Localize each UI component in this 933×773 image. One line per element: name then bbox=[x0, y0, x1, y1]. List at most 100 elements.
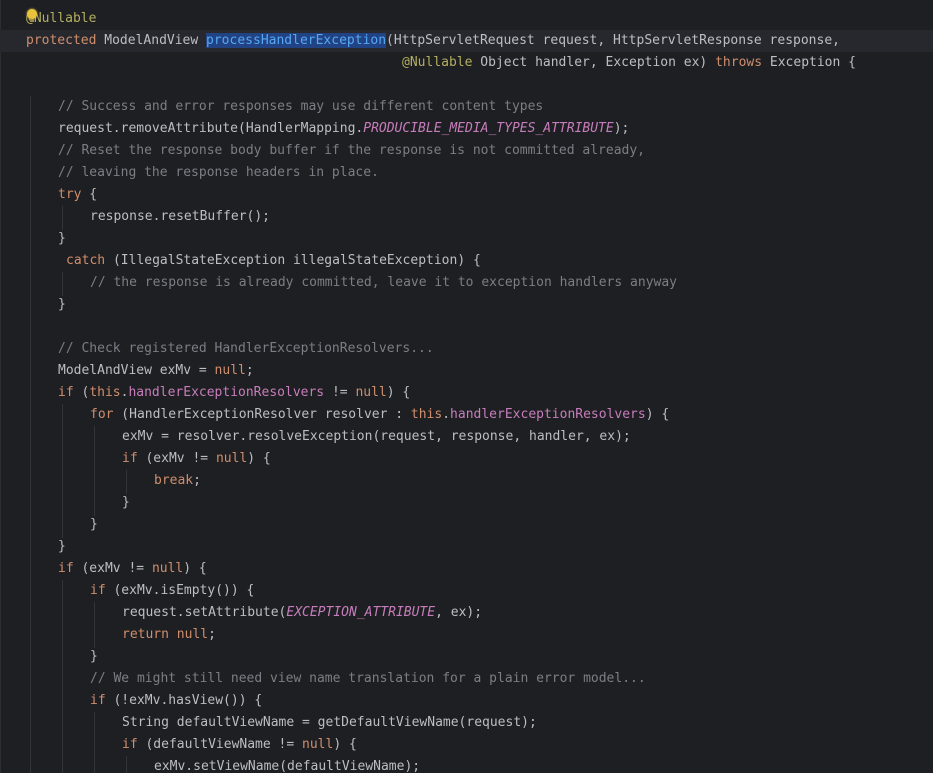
code-token: response.resetBuffer(); bbox=[90, 209, 271, 224]
code-line[interactable]: break; bbox=[154, 470, 201, 492]
code-token: handlerExceptionResolvers bbox=[128, 385, 325, 400]
code-token: PRODUCIBLE_MEDIA_TYPES_ATTRIBUTE bbox=[363, 121, 614, 136]
code-line[interactable]: exMv.setViewName(defaultViewName); bbox=[154, 756, 420, 773]
code-token: if bbox=[122, 451, 138, 466]
code-token: exMv.setViewName(defaultViewName); bbox=[154, 759, 421, 773]
code-editor[interactable]: @Nullable protected ModelAndView processH… bbox=[0, 0, 933, 773]
code-line[interactable]: } bbox=[122, 492, 130, 514]
code-token: } bbox=[58, 231, 66, 246]
code-token: catch bbox=[66, 253, 106, 268]
code-token: ) { bbox=[183, 561, 207, 576]
code-token: for bbox=[90, 407, 114, 422]
code-line[interactable]: request.setAttribute(EXCEPTION_ATTRIBUTE… bbox=[122, 602, 482, 624]
indent-guide bbox=[126, 756, 127, 773]
code-line[interactable]: exMv = resolver.resolveException(request… bbox=[122, 426, 631, 448]
code-token: } bbox=[122, 495, 130, 510]
code-token: (!exMv.hasView()) { bbox=[105, 693, 263, 708]
indent-guide bbox=[94, 426, 95, 516]
code-token: break bbox=[154, 473, 194, 488]
code-token: if bbox=[90, 583, 106, 598]
indent-guide bbox=[62, 580, 63, 773]
code-token: request.setAttribute( bbox=[122, 605, 287, 620]
code-token: } bbox=[58, 539, 66, 554]
code-token: null bbox=[215, 451, 248, 466]
indent-guide bbox=[94, 602, 95, 648]
code-token: (exMv.isEmpty()) { bbox=[105, 583, 255, 598]
indent-guide bbox=[126, 470, 127, 494]
indent-guide bbox=[62, 404, 63, 538]
code-token: null bbox=[214, 363, 246, 378]
code-line[interactable]: } bbox=[58, 228, 66, 250]
code-line[interactable]: // leaving the response headers in place… bbox=[58, 162, 379, 184]
code-token: // Reset the response body buffer if the… bbox=[58, 143, 645, 158]
code-line[interactable]: if (exMv != null) { bbox=[122, 448, 271, 470]
code-line[interactable]: for (HandlerExceptionResolver resolver :… bbox=[90, 404, 669, 426]
code-token: if bbox=[58, 561, 74, 576]
code-line[interactable]: if (defaultViewName != null) { bbox=[122, 734, 357, 756]
code-line[interactable]: if (exMv != null) { bbox=[58, 558, 207, 580]
code-line[interactable]: if (exMv.isEmpty()) { bbox=[90, 580, 254, 602]
indent-guide bbox=[62, 206, 63, 230]
code-line[interactable]: protected ModelAndView processHandlerExc… bbox=[26, 30, 840, 52]
code-token: { bbox=[81, 187, 98, 202]
code-token: ) { bbox=[386, 385, 411, 400]
code-line[interactable]: // Reset the response body buffer if the… bbox=[58, 140, 645, 162]
code-token: throws bbox=[715, 55, 763, 70]
code-token: ); bbox=[613, 121, 630, 136]
code-line[interactable]: if (this.handlerExceptionResolvers != nu… bbox=[58, 382, 410, 404]
lightbulb-icon[interactable] bbox=[27, 9, 37, 22]
code-token: != bbox=[324, 385, 356, 400]
code-token: try bbox=[58, 187, 82, 202]
code-line[interactable]: } bbox=[58, 294, 66, 316]
code-line[interactable]: response.resetBuffer(); bbox=[90, 206, 270, 228]
code-token: // Check registered HandlerExceptionReso… bbox=[58, 341, 434, 356]
code-token: processHandlerException bbox=[206, 33, 387, 48]
code-token: handlerExceptionResolvers bbox=[450, 407, 646, 422]
code-token: @Nullable bbox=[402, 55, 473, 70]
code-token: . bbox=[442, 407, 451, 422]
code-token: return bbox=[122, 627, 169, 642]
code-token: (exMv != bbox=[137, 451, 216, 466]
code-token: null bbox=[302, 737, 334, 752]
code-line[interactable]: try { bbox=[58, 184, 97, 206]
code-line[interactable]: @Nullable Object handler, Exception ex) … bbox=[402, 52, 856, 74]
code-token: if bbox=[122, 737, 138, 752]
code-token: Object handler, Exception ex) bbox=[472, 55, 716, 70]
code-token: ; bbox=[245, 363, 254, 378]
code-token: null bbox=[151, 561, 184, 576]
code-token: // We might still need view name transla… bbox=[90, 671, 646, 686]
code-line[interactable]: } bbox=[90, 514, 98, 536]
code-token: EXCEPTION_ATTRIBUTE bbox=[286, 605, 436, 620]
code-token: } bbox=[90, 517, 98, 532]
code-line[interactable]: request.removeAttribute(HandlerMapping.P… bbox=[58, 118, 629, 140]
code-token: , ex); bbox=[435, 605, 483, 620]
code-line[interactable]: if (!exMv.hasView()) { bbox=[90, 690, 262, 712]
code-token: this bbox=[410, 407, 443, 422]
code-line[interactable]: catch (IllegalStateException illegalStat… bbox=[66, 250, 481, 272]
code-token: ModelAndView bbox=[96, 33, 207, 48]
code-token: null bbox=[355, 385, 387, 400]
code-line[interactable]: // Check registered HandlerExceptionReso… bbox=[58, 338, 434, 360]
code-token: if bbox=[58, 385, 74, 400]
code-token: protected bbox=[26, 33, 97, 48]
code-token: null bbox=[176, 627, 209, 642]
code-line[interactable]: return null; bbox=[122, 624, 216, 646]
code-line[interactable]: // Success and error responses may use d… bbox=[58, 96, 543, 118]
code-line[interactable]: ModelAndView exMv = null; bbox=[58, 360, 254, 382]
code-token: ModelAndView exMv = bbox=[58, 363, 215, 378]
code-line[interactable]: // the response is already committed, le… bbox=[90, 272, 677, 294]
code-token: exMv = resolver.resolveException(request… bbox=[122, 429, 631, 444]
code-token: (exMv != bbox=[73, 561, 152, 576]
code-token: ) { bbox=[645, 407, 670, 422]
code-token: } bbox=[90, 649, 98, 664]
code-line[interactable]: } bbox=[58, 536, 66, 558]
code-line[interactable]: } bbox=[90, 646, 98, 668]
code-line[interactable]: String defaultViewName = getDefaultViewN… bbox=[122, 712, 537, 734]
code-token: ) { bbox=[333, 737, 357, 752]
code-token: ) { bbox=[247, 451, 271, 466]
code-token: this bbox=[89, 385, 121, 400]
code-token: (HandlerExceptionResolver resolver : bbox=[113, 407, 411, 422]
indent-guide bbox=[30, 96, 31, 773]
code-line[interactable]: // We might still need view name transla… bbox=[90, 668, 646, 690]
